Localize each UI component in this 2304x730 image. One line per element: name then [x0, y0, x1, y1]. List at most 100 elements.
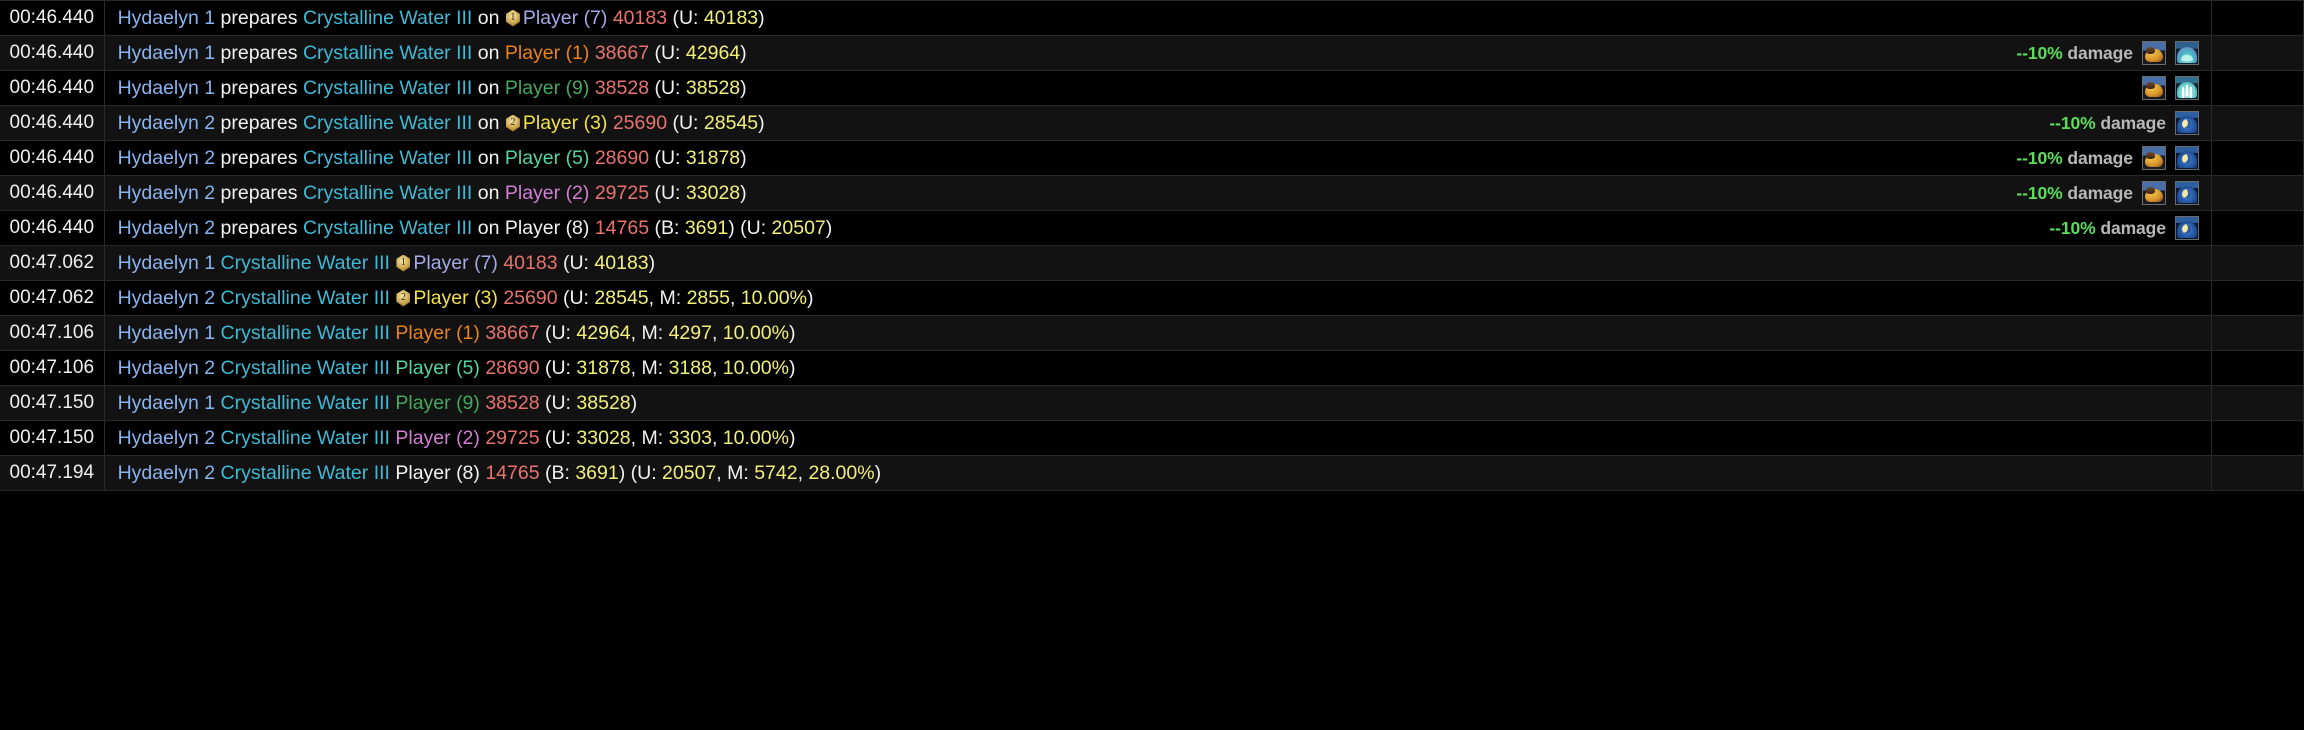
log-message-text: Hydaelyn 1 Crystalline Water III Player … [118, 322, 796, 345]
log-token: , [729, 286, 741, 309]
log-token: Crystalline Water III [220, 321, 390, 344]
enemy-marker-number: 2 [400, 291, 406, 303]
combat-log-table[interactable]: 00:46.440 Hydaelyn 1 prepares Crystalline… [0, 0, 2304, 491]
table-row[interactable]: 00:46.440 Hydaelyn 2 prepares Crystalline… [0, 140, 2304, 176]
angel-whisper-buff-icon[interactable] [2174, 76, 2199, 100]
log-token: ) [758, 6, 765, 29]
log-token [390, 252, 395, 274]
log-message-wrap: Hydaelyn 1 prepares Crystalline Water II… [118, 2, 2201, 35]
log-token: 28545 [594, 286, 649, 309]
log-token: 38528 [594, 76, 650, 99]
table-row[interactable]: 00:46.440 Hydaelyn 1 prepares Crystalline… [0, 35, 2304, 71]
log-token: 5742 [754, 461, 798, 484]
log-trailing-column [2211, 35, 2304, 71]
log-token: Hydaelyn 1 [117, 41, 216, 64]
table-row[interactable]: 00:46.440 Hydaelyn 1 prepares Crystalline… [0, 0, 2304, 36]
log-token: 10.00% [740, 286, 807, 309]
log-message-text: Hydaelyn 2 prepares Crystalline Water II… [118, 217, 833, 240]
log-message-cell: Hydaelyn 1 Crystalline Water III Player … [104, 385, 2212, 421]
table-row[interactable]: 00:47.194 Hydaelyn 2 Crystalline Water II… [0, 455, 2304, 491]
nocturnal-field-buff-icon[interactable] [2174, 146, 2199, 170]
damage-modifier-value: --10% [2016, 147, 2063, 168]
table-row[interactable]: 00:46.440 Hydaelyn 1 prepares Crystalline… [0, 70, 2304, 106]
log-token: prepares [215, 111, 303, 134]
table-row[interactable]: 00:47.106 Hydaelyn 1 Crystalline Water II… [0, 315, 2304, 351]
log-token: Player (3) [522, 111, 608, 134]
enemy-marker-icon: 2 [505, 114, 520, 132]
log-message-cell: Hydaelyn 1 prepares Crystalline Water II… [104, 70, 2212, 106]
log-message-text: Hydaelyn 2 Crystalline Water III 2 Player… [118, 287, 814, 310]
combat-log-body: 00:46.440 Hydaelyn 1 prepares Crystalline… [0, 0, 2304, 491]
log-token: 40183 [703, 6, 759, 29]
log-token: 3691 [575, 461, 619, 484]
log-token: 38528 [485, 391, 540, 414]
log-token: Player (7) [522, 6, 608, 29]
log-token: 20507 [771, 216, 826, 239]
log-token: (U: [539, 321, 577, 344]
log-token: Player (2) [504, 181, 590, 204]
log-token: Crystalline Water III [220, 426, 390, 449]
hot-cake-buff-icon[interactable] [2141, 76, 2166, 100]
log-token: 40183 [503, 251, 558, 274]
log-token: Player (9) [395, 391, 480, 414]
log-token: , [711, 321, 723, 344]
log-token: on [472, 181, 505, 204]
log-token: Hydaelyn 1 [117, 76, 216, 99]
log-trailing-column [2211, 280, 2304, 316]
log-message-wrap: Hydaelyn 2 Crystalline Water III Player … [118, 422, 2201, 455]
log-message-cell: Hydaelyn 1 Crystalline Water III Player … [104, 315, 2212, 351]
log-token: prepares [215, 41, 303, 64]
table-row[interactable]: 00:47.150 Hydaelyn 2 Crystalline Water II… [0, 420, 2304, 456]
hot-cake-buff-icon[interactable] [2141, 181, 2166, 205]
hot-cake-buff-icon[interactable] [2141, 146, 2166, 170]
log-token: ) [740, 181, 747, 204]
log-token: (U: [557, 286, 595, 309]
log-trailing-column [2211, 175, 2304, 211]
table-row[interactable]: 00:47.106 Hydaelyn 2 Crystalline Water II… [0, 350, 2304, 386]
log-token: on [472, 6, 505, 29]
table-row[interactable]: 00:47.150 Hydaelyn 1 Crystalline Water II… [0, 385, 2304, 421]
nocturnal-field-buff-icon[interactable] [2174, 181, 2199, 205]
log-token: 42964 [685, 41, 741, 64]
enemy-marker-number: 1 [400, 256, 406, 268]
log-token: , M: [630, 426, 669, 449]
table-row[interactable]: 00:47.062 Hydaelyn 2 Crystalline Water II… [0, 280, 2304, 316]
log-token: Crystalline Water III [220, 461, 390, 484]
log-token: (U: [649, 146, 686, 169]
log-token: Player (8) [395, 461, 480, 484]
shell-veil-buff-icon[interactable] [2174, 41, 2199, 65]
log-trailing-column [2211, 105, 2304, 141]
log-message-text: Hydaelyn 1 prepares Crystalline Water II… [118, 77, 747, 100]
log-token: Hydaelyn 2 [117, 356, 216, 379]
log-message-cell: Hydaelyn 2 Crystalline Water III Player … [104, 420, 2212, 456]
log-token [390, 287, 395, 309]
nocturnal-field-buff-icon[interactable] [2174, 216, 2199, 240]
table-row[interactable]: 00:46.440 Hydaelyn 2 prepares Crystalline… [0, 175, 2304, 211]
log-token: ) [874, 461, 882, 484]
log-token: ) (U: [728, 216, 772, 239]
log-token: 33028 [576, 426, 631, 449]
log-token: Crystalline Water III [302, 6, 473, 29]
table-row[interactable]: 00:47.062 Hydaelyn 1 Crystalline Water II… [0, 245, 2304, 281]
log-token: , [711, 426, 723, 449]
log-token: Hydaelyn 1 [117, 251, 216, 274]
log-message-wrap: Hydaelyn 2 prepares Crystalline Water II… [118, 107, 2201, 140]
log-trailing-column [2211, 315, 2304, 351]
log-row-status-area: --10% damage [2049, 216, 2201, 240]
log-token: ) (U: [618, 461, 663, 484]
log-message-text: Hydaelyn 1 Crystalline Water III 1 Player… [118, 252, 656, 275]
log-message-wrap: Hydaelyn 1 Crystalline Water III Player … [118, 387, 2201, 420]
table-row[interactable]: 00:46.440 Hydaelyn 2 prepares Crystalline… [0, 105, 2304, 141]
log-token: on [472, 216, 505, 239]
damage-modifier-suffix: damage [2062, 182, 2133, 203]
log-token: Crystalline Water III [302, 76, 473, 99]
table-row[interactable]: 00:46.440 Hydaelyn 2 prepares Crystalline… [0, 210, 2304, 246]
log-token: prepares [215, 76, 303, 99]
log-token: Hydaelyn 2 [117, 216, 216, 239]
damage-modifier-suffix: damage [2062, 147, 2133, 168]
nocturnal-field-buff-icon[interactable] [2174, 111, 2199, 135]
log-token: 42964 [576, 321, 631, 344]
log-token: , M: [630, 321, 669, 344]
hot-cake-buff-icon[interactable] [2141, 41, 2166, 65]
enemy-marker-icon: 1 [396, 254, 411, 272]
